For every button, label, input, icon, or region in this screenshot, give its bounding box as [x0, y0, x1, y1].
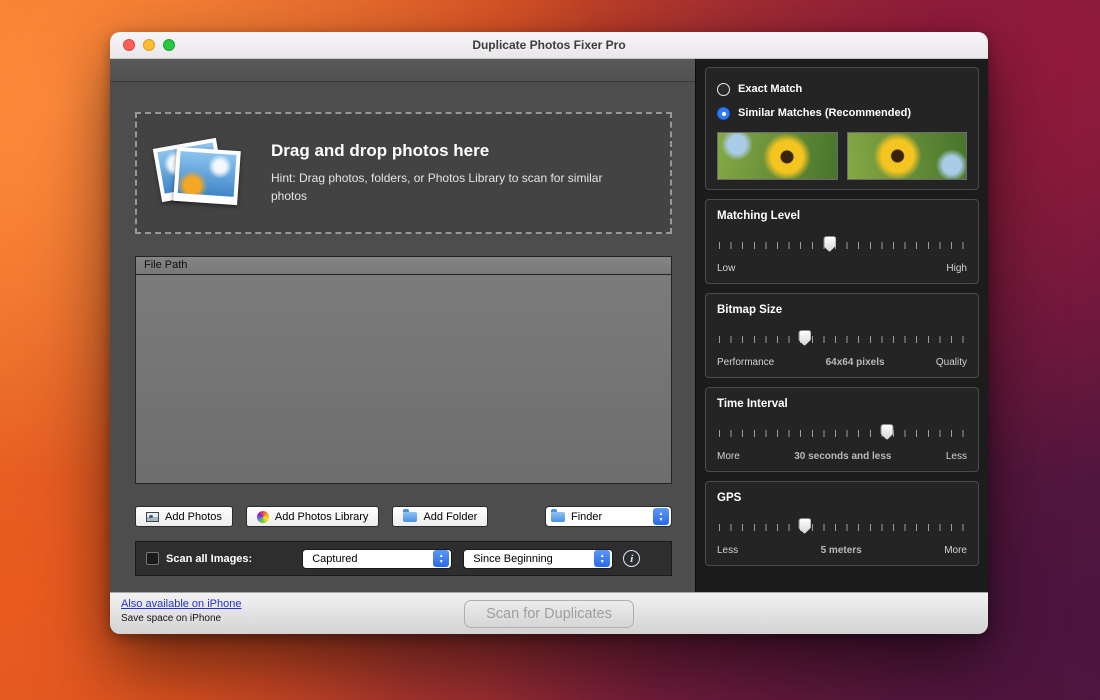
radio-icon[interactable]	[717, 83, 730, 96]
slider-ticks	[719, 430, 965, 437]
stepper-icon: ▲ ▼	[594, 550, 610, 567]
scan-all-images-label: Scan all Images:	[166, 553, 252, 565]
slider-ticks	[719, 336, 965, 343]
dropzone-hint: Hint: Drag photos, folders, or Photos Li…	[271, 170, 621, 205]
finder-source-select[interactable]: Finder ▲ ▼	[545, 506, 672, 527]
dropzone-text: Drag and drop photos here Hint: Drag pho…	[271, 141, 621, 205]
slider-label-right: More	[944, 545, 967, 556]
captured-select[interactable]: Captured ▲ ▼	[302, 549, 452, 569]
also-available-link[interactable]: Also available on iPhone	[121, 598, 241, 610]
photo-stack-icon	[153, 131, 245, 215]
bitmap-size-section: Bitmap Size Performance 64x64 pixels Qua…	[705, 293, 979, 378]
folder-icon	[403, 512, 417, 522]
slider-label-center: 30 seconds and less	[794, 451, 891, 462]
add-photos-label: Add Photos	[165, 511, 222, 523]
slider-thumb[interactable]	[881, 424, 894, 440]
footer-subtext: Save space on iPhone	[121, 613, 221, 624]
slider-thumb[interactable]	[798, 518, 811, 534]
slider-label-center: 64x64 pixels	[826, 357, 885, 368]
left-toolbar-strip	[110, 59, 695, 82]
similar-matches-option[interactable]: Similar Matches (Recommended)	[717, 101, 967, 125]
add-folder-button[interactable]: Add Folder	[392, 506, 488, 527]
chevron-down-icon: ▼	[600, 559, 605, 565]
finder-folder-icon	[551, 512, 565, 522]
file-path-column-header[interactable]: File Path	[136, 257, 671, 275]
exact-match-option[interactable]: Exact Match	[717, 77, 967, 101]
add-folder-label: Add Folder	[423, 511, 477, 523]
time-interval-section: Time Interval More 30 seconds and less L…	[705, 387, 979, 472]
photos-library-icon	[257, 511, 269, 523]
drag-drop-zone[interactable]: Drag and drop photos here Hint: Drag pho…	[135, 112, 672, 234]
matching-level-section: Matching Level Low High	[705, 199, 979, 284]
since-select-value: Since Beginning	[473, 553, 553, 565]
radio-selected-icon[interactable]	[717, 107, 730, 120]
similar-matches-label: Similar Matches (Recommended)	[738, 107, 911, 119]
slider-label-right: Less	[946, 451, 967, 462]
section-title: Time Interval	[717, 398, 967, 410]
finder-select-value: Finder	[571, 511, 602, 523]
slider-label-right: Quality	[936, 357, 967, 368]
app-window: Duplicate Photos Fixer Pro Drag and drop…	[110, 32, 988, 634]
info-icon[interactable]: i	[623, 550, 640, 567]
chevron-down-icon: ▼	[659, 517, 664, 523]
slider-label-right: High	[946, 263, 967, 274]
titlebar: Duplicate Photos Fixer Pro	[110, 32, 988, 59]
slider-label-left: Low	[717, 263, 735, 274]
since-beginning-select[interactable]: Since Beginning ▲ ▼	[463, 549, 613, 569]
section-title: GPS	[717, 492, 967, 504]
time-interval-slider[interactable]	[717, 424, 967, 441]
slider-label-left: More	[717, 451, 740, 462]
section-title: Bitmap Size	[717, 304, 967, 316]
left-panel-body: Drag and drop photos here Hint: Drag pho…	[110, 82, 695, 592]
add-photos-library-button[interactable]: Add Photos Library	[246, 506, 380, 527]
scan-for-duplicates-button[interactable]: Scan for Duplicates	[464, 600, 634, 628]
exact-match-label: Exact Match	[738, 83, 802, 95]
gps-slider[interactable]	[717, 518, 967, 535]
footer-bar: Also available on iPhone Save space on i…	[110, 592, 988, 634]
left-panel: Drag and drop photos here Hint: Drag pho…	[110, 59, 695, 592]
scan-all-images-checkbox[interactable]	[146, 552, 159, 565]
settings-panel: Exact Match Similar Matches (Recommended…	[695, 59, 988, 592]
scan-options-bar: Scan all Images: Captured ▲ ▼ Since Begi…	[135, 541, 672, 576]
sunflower-sample-image-right	[847, 132, 968, 180]
add-photos-library-label: Add Photos Library	[275, 511, 369, 523]
section-title: Matching Level	[717, 210, 967, 222]
stepper-icon: ▲ ▼	[653, 508, 669, 525]
bitmap-size-slider[interactable]	[717, 330, 967, 347]
slider-thumb[interactable]	[798, 330, 811, 346]
slider-labels: More 30 seconds and less Less	[717, 451, 967, 462]
slider-label-left: Performance	[717, 357, 774, 368]
sample-thumbnails	[717, 132, 967, 180]
sunflower-sample-image-left	[717, 132, 838, 180]
chevron-down-icon: ▼	[439, 559, 444, 565]
matching-level-slider[interactable]	[717, 236, 967, 253]
gps-section: GPS Less 5 meters More	[705, 481, 979, 566]
slider-thumb[interactable]	[823, 236, 836, 252]
photo-icon	[146, 512, 159, 522]
stepper-icon: ▲ ▼	[433, 550, 449, 567]
slider-label-left: Less	[717, 545, 738, 556]
slider-ticks	[719, 524, 965, 531]
main-content: Drag and drop photos here Hint: Drag pho…	[110, 59, 988, 592]
slider-labels: Less 5 meters More	[717, 545, 967, 556]
file-path-table-body[interactable]	[136, 275, 671, 483]
dropzone-title: Drag and drop photos here	[271, 141, 621, 161]
match-mode-box: Exact Match Similar Matches (Recommended…	[705, 67, 979, 190]
file-path-table: File Path	[135, 256, 672, 484]
slider-labels: Performance 64x64 pixels Quality	[717, 357, 967, 368]
slider-ticks	[719, 242, 965, 249]
slider-label-center: 5 meters	[821, 545, 862, 556]
window-title: Duplicate Photos Fixer Pro	[110, 38, 988, 52]
captured-select-value: Captured	[312, 553, 357, 565]
add-photos-button[interactable]: Add Photos	[135, 506, 233, 527]
action-button-row: Add Photos Add Photos Library Add Folder…	[135, 506, 672, 527]
slider-labels: Low High	[717, 263, 967, 274]
